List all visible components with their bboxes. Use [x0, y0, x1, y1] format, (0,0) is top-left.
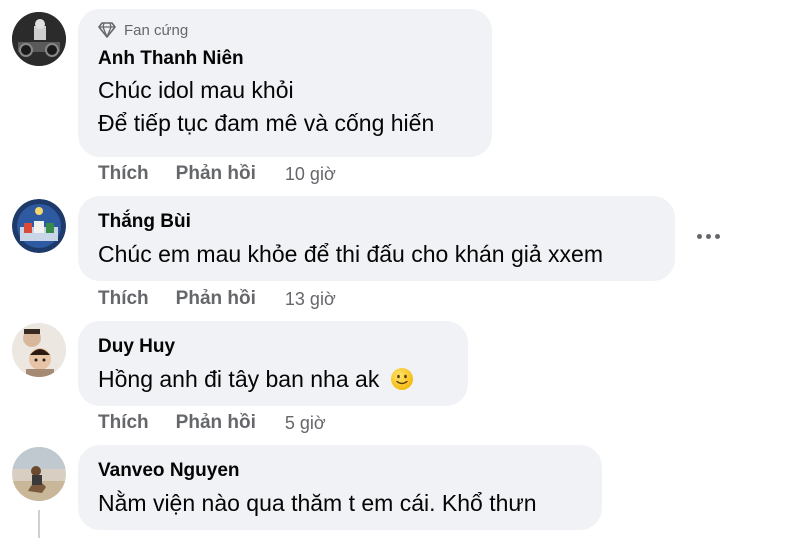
timestamp[interactable]: 5 giờ [285, 413, 326, 434]
avatar[interactable] [12, 447, 66, 501]
more-icon-dot [705, 233, 711, 239]
reply-button[interactable]: Phản hồi [176, 163, 256, 185]
comment-text: Để tiếp tục đam mê và cống hiến [98, 110, 435, 136]
comment-actions: Thích Phản hồi 13 giờ [98, 286, 336, 312]
author-name[interactable]: Vanveo Nguyen [98, 458, 580, 484]
author-name[interactable]: Thắng Bùi [98, 209, 653, 235]
avatar[interactable] [12, 12, 66, 66]
timestamp[interactable]: 13 giờ [285, 289, 336, 310]
reply-button[interactable]: Phản hồi [176, 288, 256, 310]
avatar[interactable] [12, 199, 66, 253]
comment-text-content: Hồng anh đi tây ban nha ak [98, 366, 380, 392]
more-options-button[interactable] [688, 216, 728, 256]
comment-bubble: Thắng Bùi Chúc em mau khỏe để thi đấu ch… [78, 196, 675, 281]
like-button[interactable]: Thích [98, 288, 149, 310]
like-button[interactable]: Thích [98, 412, 149, 434]
comment-text: Hồng anh đi tây ban nha ak [98, 363, 446, 396]
comment-bubble: Duy Huy Hồng anh đi tây ban nha ak [78, 321, 468, 406]
author-name[interactable]: Anh Thanh Niên [98, 46, 470, 72]
comment-text: Chúc em mau khỏe để thi đấu cho khán giả… [98, 241, 604, 267]
comment-actions: Thích Phản hồi 10 giờ [98, 161, 336, 187]
timestamp[interactable]: 10 giờ [285, 164, 336, 185]
author-name[interactable]: Duy Huy [98, 334, 446, 360]
comment-text: Nằm viện nào qua thăm t em cái. Khổ thưn [98, 490, 537, 516]
reply-button[interactable]: Phản hồi [176, 412, 256, 434]
diamond-icon [98, 21, 118, 39]
more-icon-dot [714, 233, 720, 239]
comment-actions: Thích Phản hồi 5 giờ [98, 410, 326, 436]
top-fan-badge: Fan cứng [98, 19, 470, 41]
comment-text: Chúc idol mau khỏi [98, 77, 294, 103]
slightly-smiling-face-icon [390, 367, 414, 391]
comment-bubble: Fan cứng Anh Thanh Niên Chúc idol mau kh… [78, 9, 492, 157]
reply-thread-line [38, 510, 40, 538]
more-icon [696, 233, 702, 239]
badge-label: Fan cứng [124, 21, 189, 39]
avatar[interactable] [12, 323, 66, 377]
like-button[interactable]: Thích [98, 163, 149, 185]
comment-bubble: Vanveo Nguyen Nằm viện nào qua thăm t em… [78, 445, 602, 530]
